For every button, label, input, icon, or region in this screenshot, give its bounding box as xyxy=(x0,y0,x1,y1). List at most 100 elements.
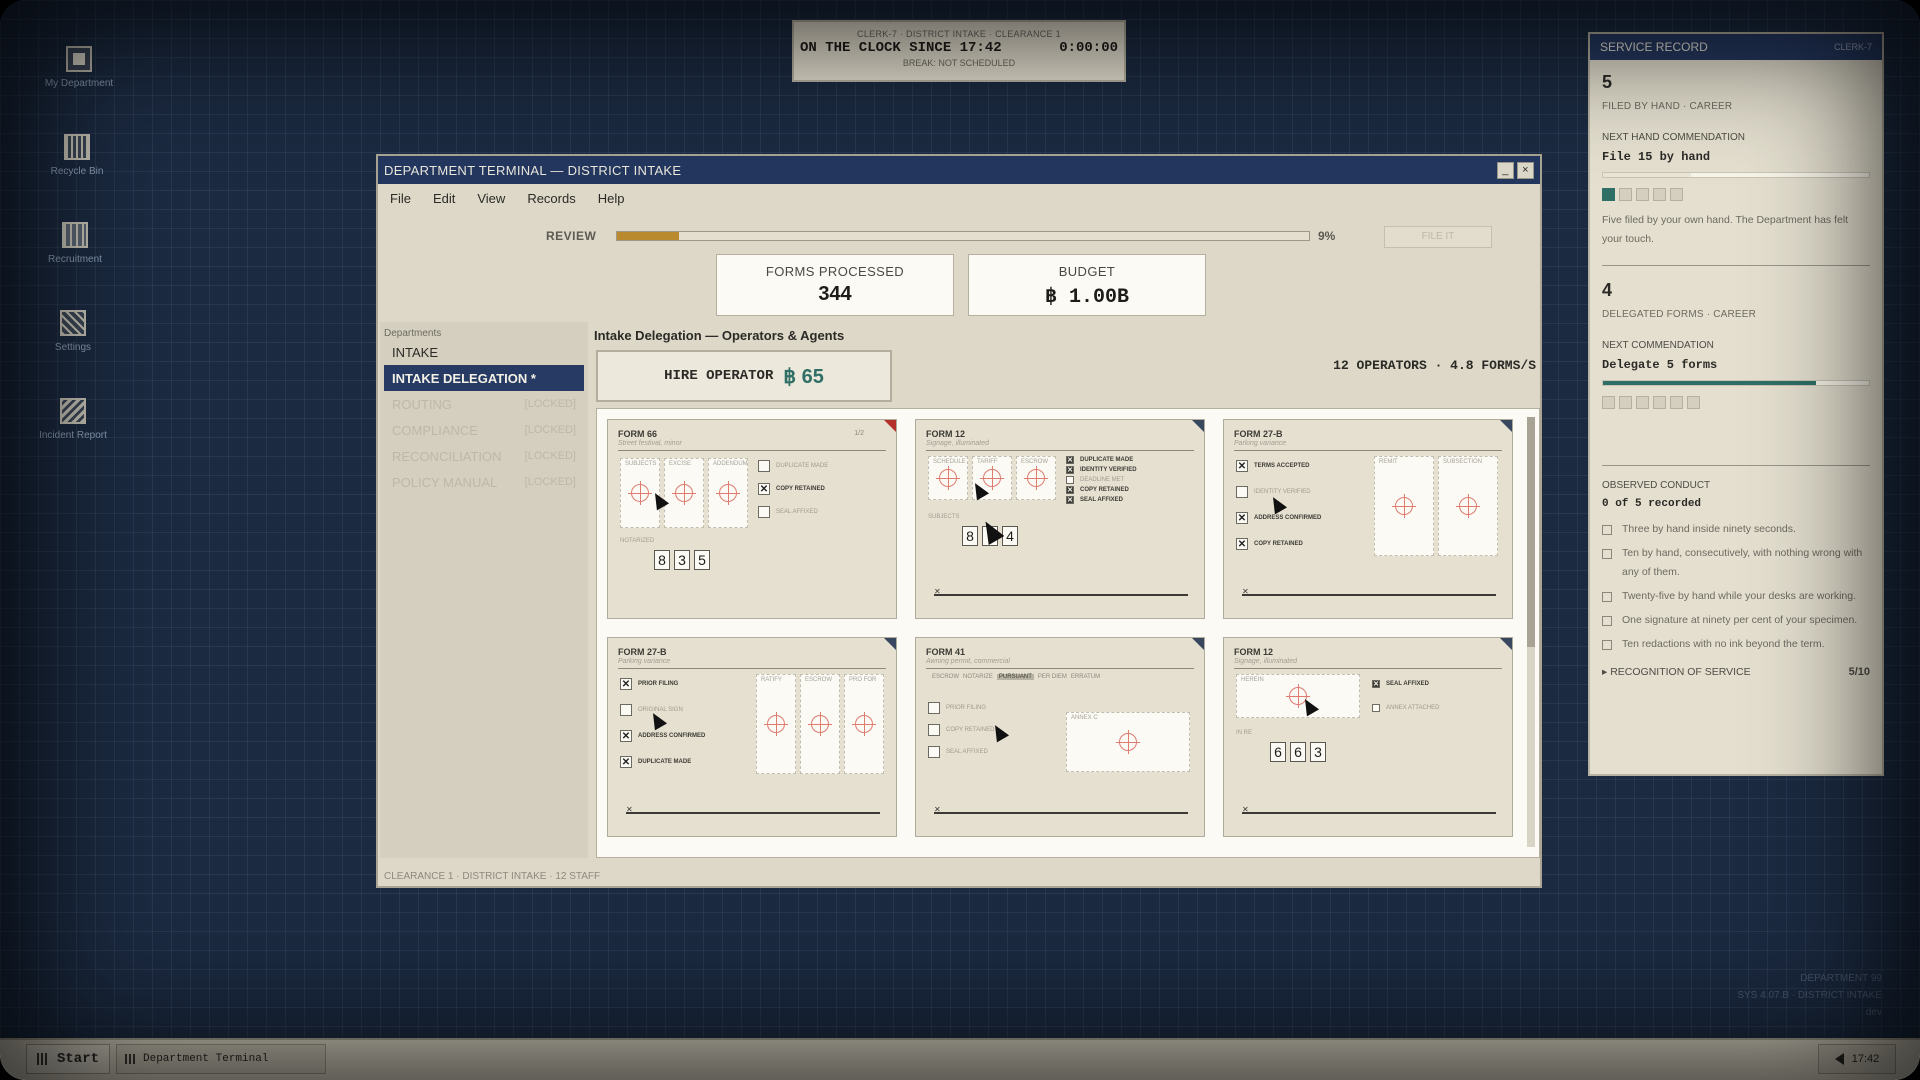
sidebar-item-reconciliation[interactable]: RECONCILIATION [LOCKED] xyxy=(384,443,584,469)
checkbox-identity-verified[interactable]: ✕ IDENTITY VERIFIED xyxy=(1066,466,1137,474)
tab-notarize[interactable]: NOTARIZE xyxy=(963,674,993,680)
signature-field[interactable]: SUBSECTION xyxy=(1438,456,1498,556)
checkbox-copy-retained[interactable]: ✕ COPY RETAINED xyxy=(758,483,825,495)
signature-field[interactable]: REMIT xyxy=(1374,456,1434,556)
speaker-icon[interactable] xyxy=(1834,1053,1844,1065)
sidebar-item-compliance[interactable]: COMPLIANCE [LOCKED] xyxy=(384,417,584,443)
sidebar-item-routing[interactable]: ROUTING [LOCKED] xyxy=(384,391,584,417)
digit-entry[interactable]: 8 3 5 xyxy=(654,550,710,570)
form-card[interactable]: FORM 27-B Parking variance ✕ TERMS ACCEPT… xyxy=(1223,419,1513,619)
signature-line[interactable] xyxy=(934,594,1188,596)
hire-operator-button[interactable]: HIRE OPERATOR ฿ 65 xyxy=(596,350,892,402)
checkbox-duplicate-made[interactable]: DUPLICATE MADE xyxy=(758,460,828,472)
signature-field[interactable]: PRO FOR xyxy=(844,674,884,774)
form-card[interactable]: FORM 12 Signage, illuminated HEREIN ✕ SEA… xyxy=(1223,637,1513,837)
field-label: EXCISE xyxy=(669,461,692,467)
desktop-icon-recycle-bin[interactable]: Recycle Bin xyxy=(22,134,132,177)
sidebar-item-intake-delegation[interactable]: INTAKE DELEGATION * xyxy=(384,365,584,391)
window-titlebar[interactable]: DEPARTMENT TERMINAL — DISTRICT INTAKE _ … xyxy=(378,156,1540,184)
checkbox-prior-filing[interactable]: PRIOR FILING xyxy=(928,702,986,714)
form-card[interactable]: FORM 66 Street festival, minor 1/2 SUBJE… xyxy=(607,419,897,619)
signature-line[interactable] xyxy=(934,812,1188,814)
menu-edit[interactable]: Edit xyxy=(433,191,455,206)
signature-field[interactable]: ESCROW xyxy=(1016,456,1056,500)
checkbox-label: TERMS ACCEPTED xyxy=(1254,463,1310,469)
digit-box[interactable]: 6 xyxy=(1290,742,1306,762)
conduct-checkbox xyxy=(1602,640,1612,650)
checkbox-label: PRIOR FILING xyxy=(946,705,987,711)
start-button[interactable]: Start xyxy=(26,1044,110,1074)
form-card[interactable]: FORM 41 Awning permit, commercial ESCROW… xyxy=(915,637,1205,837)
desktop-icon-settings[interactable]: Settings xyxy=(18,310,128,353)
signature-line[interactable] xyxy=(1242,812,1496,814)
digit-box[interactable]: 3 xyxy=(674,550,690,570)
close-button[interactable]: × xyxy=(1517,161,1534,179)
stamp-target-icon xyxy=(672,481,696,505)
desktop-icon-incident-report[interactable]: Incident Report xyxy=(18,398,128,441)
signature-field[interactable]: ADDENDUM xyxy=(708,458,748,528)
checkbox-address-confirmed[interactable]: ✕ ADDRESS CONFIRMED xyxy=(620,730,705,742)
checkbox-duplicate-made[interactable]: ✕ DUPLICATE MADE xyxy=(620,756,691,768)
menu-records[interactable]: Records xyxy=(527,191,575,206)
clerk-id: CLERK-7 xyxy=(1833,42,1872,52)
file-it-button[interactable]: FILE IT xyxy=(1384,226,1492,248)
tab-erratum[interactable]: ERRATUM xyxy=(1071,674,1100,680)
recognition-of-service-toggle[interactable]: ▸ RECOGNITION OF SERVICE 5/10 xyxy=(1602,666,1870,678)
digit-box[interactable]: 4 xyxy=(1002,526,1018,546)
digit-box[interactable]: 3 xyxy=(1310,742,1326,762)
checkbox-seal-affixed[interactable]: SEAL AFFIXED xyxy=(758,506,818,518)
scrollbar-thumb[interactable] xyxy=(1527,417,1535,647)
checkbox-copy-retained[interactable]: ✕ COPY RETAINED xyxy=(1236,538,1303,550)
checkbox-copy-retained[interactable]: ✕ COPY RETAINED xyxy=(1066,486,1129,494)
field-label: REMIT xyxy=(1379,459,1398,465)
checkbox-duplicate-made[interactable]: ✕ DUPLICATE MADE xyxy=(1066,456,1133,464)
form-card[interactable]: FORM 27-B Parking variance ✕ PRIOR FILING… xyxy=(607,637,897,837)
menu-view[interactable]: View xyxy=(477,191,505,206)
field-label: ANNEX C xyxy=(1071,715,1098,721)
minimize-button[interactable]: _ xyxy=(1497,161,1514,179)
digit-box[interactable]: 8 xyxy=(654,550,670,570)
signature-line[interactable] xyxy=(626,812,880,814)
checkbox-deadline-met[interactable]: DEADLINE MET xyxy=(1066,476,1124,484)
signature-field[interactable]: EXCISE xyxy=(664,458,704,528)
form-name: FORM 66 xyxy=(618,429,658,439)
tab-per-diem[interactable]: PER DIEM xyxy=(1038,674,1067,680)
checkbox-seal-affixed[interactable]: SEAL AFFIXED xyxy=(928,746,988,758)
checkbox-seal-affixed[interactable]: ✕ SEAL AFFIXED xyxy=(1372,680,1429,688)
checkbox-seal-affixed[interactable]: ✕ SEAL AFFIXED xyxy=(1066,496,1123,504)
signature-field[interactable]: ANNEX C xyxy=(1066,712,1190,772)
checkbox-copy-retained[interactable]: COPY RETAINED xyxy=(928,724,994,736)
stamp-target-icon xyxy=(1116,730,1140,754)
menu-file[interactable]: File xyxy=(390,191,411,206)
field-label: RATIFY xyxy=(761,677,782,683)
signature-field[interactable]: HEREIN xyxy=(1236,674,1360,718)
desktop-icon-my-department[interactable]: My Department xyxy=(24,46,134,89)
sidebar-item-policy-manual[interactable]: POLICY MANUAL [LOCKED] xyxy=(384,469,584,495)
checkbox-label: DUPLICATE MADE xyxy=(776,463,829,469)
system-tray: 17:42 xyxy=(1818,1044,1896,1074)
form-grid-scrollbar[interactable] xyxy=(1527,417,1535,847)
recruitment-icon xyxy=(62,222,88,248)
signature-field[interactable]: RATIFY xyxy=(756,674,796,774)
digit-box[interactable]: 8 xyxy=(962,526,978,546)
checkbox-terms-accepted[interactable]: ✕ TERMS ACCEPTED xyxy=(1236,460,1309,472)
signature-field[interactable]: ESCROW xyxy=(800,674,840,774)
signature-field[interactable]: SCHEDULE xyxy=(928,456,968,500)
menu-help[interactable]: Help xyxy=(598,191,625,206)
form-card[interactable]: FORM 12 Signage, illuminated SCHEDULE TA… xyxy=(915,419,1205,619)
digit-box[interactable]: 5 xyxy=(694,550,710,570)
signature-line[interactable] xyxy=(1242,594,1496,596)
checkbox-annex-attached[interactable]: ANNEX ATTACHED xyxy=(1372,704,1439,712)
tab-pursuant[interactable]: PURSUANT xyxy=(996,674,1034,680)
departments-sidebar: Departments INTAKE INTAKE DELEGATION * R… xyxy=(380,322,588,858)
sidebar-item-intake[interactable]: INTAKE xyxy=(384,339,584,365)
checkbox-prior-filing[interactable]: ✕ PRIOR FILING xyxy=(620,678,678,690)
checkbox-label: SEAL AFFIXED xyxy=(776,509,818,515)
tab-escrow[interactable]: ESCROW xyxy=(932,674,959,680)
checkbox-address-confirmed[interactable]: ✕ ADDRESS CONFIRMED xyxy=(1236,512,1321,524)
desktop-icon-recruitment[interactable]: Recruitment xyxy=(20,222,130,265)
digit-entry[interactable]: 6 6 3 xyxy=(1270,742,1326,762)
field-label: HEREIN xyxy=(1241,677,1264,683)
taskbar-item-department-terminal[interactable]: Department Terminal xyxy=(116,1044,326,1074)
digit-box[interactable]: 6 xyxy=(1270,742,1286,762)
